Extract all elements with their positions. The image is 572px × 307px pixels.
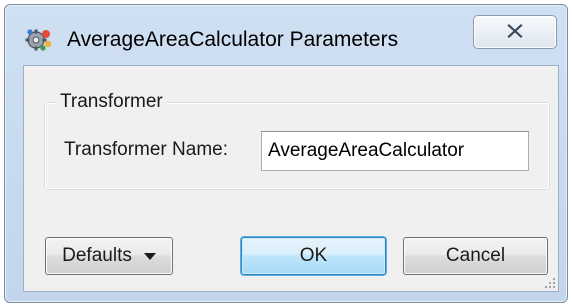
- transformer-name-label: Transformer Name:: [64, 139, 228, 160]
- group-legend: Transformer: [56, 90, 167, 114]
- window-title: AverageAreaCalculator Parameters: [67, 28, 399, 51]
- defaults-button-label: Defaults: [62, 245, 132, 266]
- caret-down-icon: [143, 252, 156, 260]
- dialog-client-area: Transformer Transformer Name: Defaults O…: [23, 65, 559, 292]
- transformer-gear-icon: [25, 27, 53, 53]
- cancel-button-label: Cancel: [445, 245, 506, 266]
- ok-button[interactable]: OK: [241, 237, 386, 275]
- defaults-dropdown-button[interactable]: Defaults: [45, 237, 173, 275]
- cancel-button[interactable]: Cancel: [403, 237, 548, 275]
- transformer-name-input[interactable]: [261, 131, 529, 171]
- dialog-window: AverageAreaCalculator Parameters Transfo…: [0, 0, 572, 307]
- close-button[interactable]: [473, 15, 557, 49]
- close-icon: [507, 23, 523, 41]
- ok-button-label: OK: [299, 245, 328, 266]
- window-frame: AverageAreaCalculator Parameters Transfo…: [4, 4, 568, 303]
- size-grip-icon[interactable]: [542, 275, 556, 289]
